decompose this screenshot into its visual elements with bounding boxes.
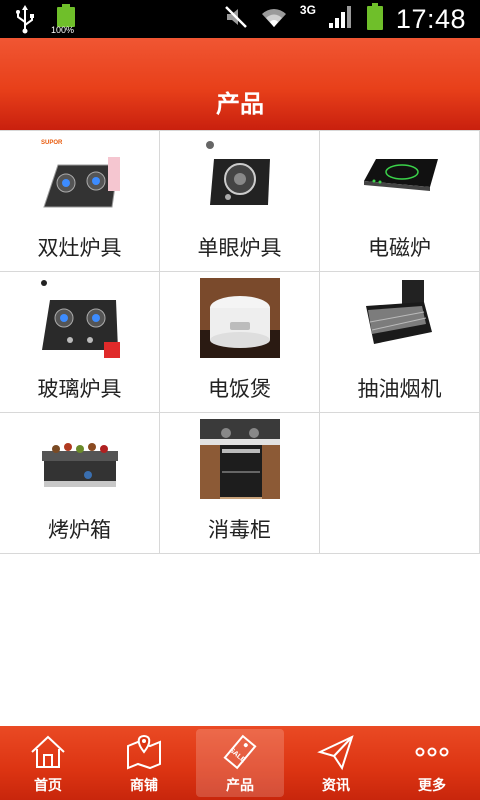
product-label: 消毒柜	[208, 518, 271, 542]
product-induction-cooker[interactable]: 电磁炉	[320, 131, 480, 271]
empty-cell	[320, 413, 480, 553]
map-icon	[127, 734, 161, 770]
grill-oven-icon	[40, 419, 120, 499]
nav-stores[interactable]: 商铺	[96, 726, 192, 800]
nav-label: 首页	[34, 778, 62, 794]
grid-row: 烤炉箱 消毒柜	[0, 413, 480, 554]
product-label: 单眼炉具	[197, 236, 282, 260]
product-grid: SUPOR 双灶炉具 单眼炉具 电磁炉 玻璃炉具 电饭煲 抽油烟机 烤炉箱 消毒…	[0, 130, 480, 554]
sterilizer-cabinet-icon	[200, 419, 280, 499]
product-range-hood[interactable]: 抽油烟机	[320, 272, 480, 412]
product-rice-cooker[interactable]: 电饭煲	[160, 272, 320, 412]
nav-label: 更多	[418, 778, 446, 794]
network-type: 3G	[299, 3, 316, 17]
product-label: 抽油烟机	[357, 377, 442, 401]
product-label: 电磁炉	[368, 236, 431, 260]
nav-more[interactable]: 更多	[384, 726, 480, 800]
double-burner-stove-icon: SUPOR	[40, 137, 120, 217]
nav-label: 资讯	[322, 778, 350, 794]
more-icon	[415, 747, 449, 757]
title-bar: 产品	[0, 38, 480, 130]
nav-news[interactable]: 资讯	[288, 726, 384, 800]
clock: 17:48	[395, 3, 466, 34]
product-label: 玻璃炉具	[37, 377, 122, 401]
nav-label: 商铺	[130, 778, 158, 794]
wifi-icon	[260, 5, 288, 33]
usb-icon	[14, 4, 36, 38]
product-glass-stove[interactable]: 玻璃炉具	[0, 272, 160, 412]
battery-icon	[366, 3, 384, 35]
mute-icon	[224, 5, 248, 33]
nav-products[interactable]: SALE 产品	[192, 726, 288, 800]
single-burner-stove-icon	[200, 137, 280, 217]
status-bar: 100% 3G 17:48	[0, 0, 480, 38]
nav-home[interactable]: 首页	[0, 726, 96, 800]
sale-tag-icon: SALE	[223, 734, 257, 770]
nav-label: 产品	[226, 778, 254, 794]
product-double-burner-stove[interactable]: SUPOR 双灶炉具	[0, 131, 160, 271]
induction-cooker-icon	[360, 137, 440, 217]
signal-icon	[328, 5, 354, 33]
grid-row: SUPOR 双灶炉具 单眼炉具 电磁炉	[0, 131, 480, 272]
grid-row: 玻璃炉具 电饭煲 抽油烟机	[0, 272, 480, 413]
product-label: 双灶炉具	[37, 236, 122, 260]
product-label: 烤炉箱	[48, 518, 111, 542]
rice-cooker-icon	[200, 278, 280, 358]
range-hood-icon	[360, 278, 440, 358]
page-title: 产品	[216, 90, 264, 118]
glass-stove-icon	[40, 278, 120, 358]
send-icon	[317, 735, 354, 771]
product-single-burner-stove[interactable]: 单眼炉具	[160, 131, 320, 271]
svg-text:SUPOR: SUPOR	[41, 140, 63, 146]
product-sterilizer-cabinet[interactable]: 消毒柜	[160, 413, 320, 553]
home-icon	[31, 735, 65, 768]
product-grill-oven[interactable]: 烤炉箱	[0, 413, 160, 553]
battery-full-icon: 100%	[51, 4, 78, 38]
product-label: 电饭煲	[208, 377, 271, 401]
bottom-nav: 首页 商铺 SALE 产品 资讯 更多	[0, 726, 480, 800]
